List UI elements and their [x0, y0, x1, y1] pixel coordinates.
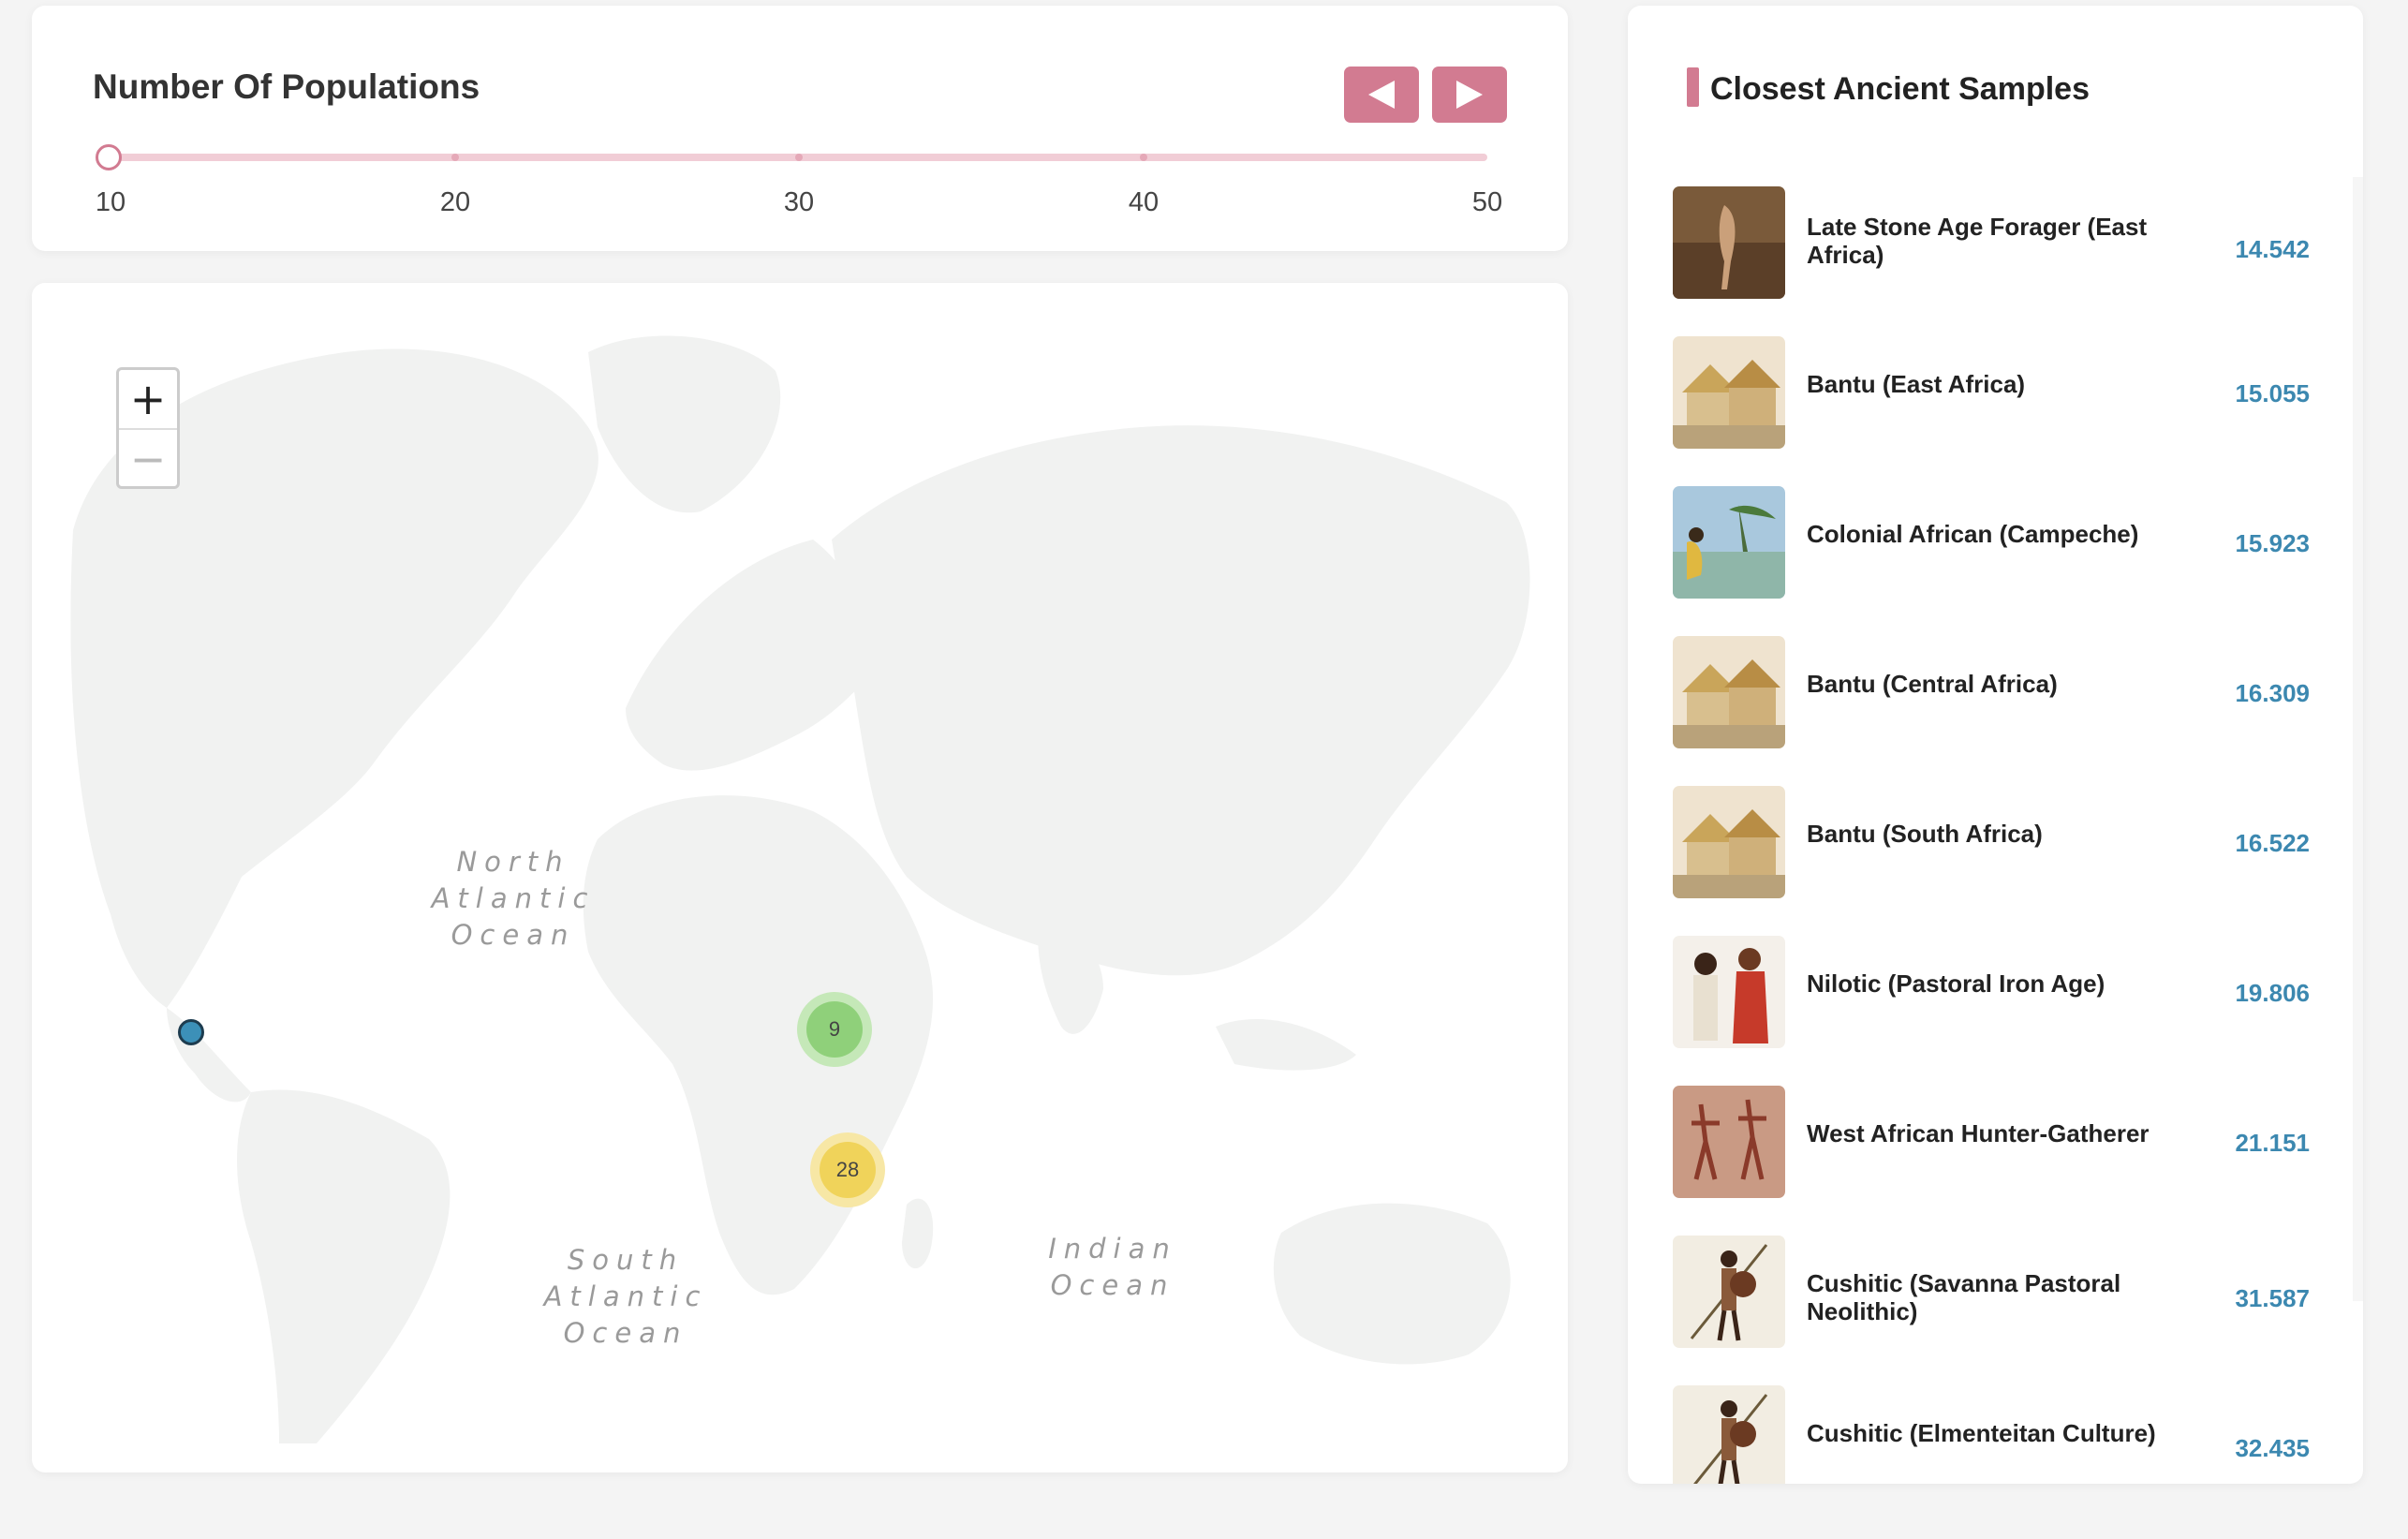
world-map[interactable]: + − North Atlantic Ocean South Atlantic … [64, 315, 1538, 1443]
sample-name: Late Stone Age Forager (East Africa) [1807, 213, 2148, 269]
sample-distance: 21.151 [2235, 1129, 2310, 1157]
sample-distance: 14.542 [2235, 235, 2310, 263]
sample-name: West African Hunter-Gatherer [1807, 1119, 2149, 1147]
samples-title: Closest Ancient Samples [1710, 71, 2090, 107]
sample-distance: 15.923 [2235, 529, 2310, 557]
spearman-thumbnail [1673, 1385, 1785, 1484]
sample-row[interactable]: Bantu (South Africa) 16.522 [1673, 786, 2310, 900]
cluster-count: 9 [806, 1001, 863, 1058]
closest-samples-card: Closest Ancient Samples Late Stone Age F… [1628, 6, 2363, 1484]
warriors-thumbnail [1673, 936, 1785, 1048]
slider-tick-label: 20 [439, 187, 471, 217]
ocean-label-north-atlantic: North Atlantic Ocean [431, 846, 596, 951]
zoom-control: + − [116, 367, 180, 489]
zoom-in-button[interactable]: + [119, 370, 177, 428]
cave-painting-thumbnail [1673, 186, 1785, 299]
sample-name: Bantu (East Africa) [1807, 370, 2026, 398]
prev-button[interactable] [1344, 67, 1419, 123]
sample-row[interactable]: Cushitic (Savanna Pastoral Neolithic) 31… [1673, 1236, 2310, 1350]
sample-name: Cushitic (Elmenteitan Culture) [1807, 1419, 2156, 1447]
sample-name: Bantu (South Africa) [1807, 820, 2043, 848]
ocean-label-indian: Indian Ocean [1048, 1233, 1177, 1301]
populations-slider-card: Number Of Populations 10 20 30 40 50 [32, 6, 1568, 251]
slider-handle[interactable] [96, 144, 122, 170]
coastal-scene-thumbnail [1673, 486, 1785, 599]
sample-row[interactable]: West African Hunter-Gatherer 21.151 [1673, 1086, 2310, 1200]
triangle-left-icon [1368, 81, 1395, 109]
sample-name: Bantu (Central Africa) [1807, 670, 2058, 698]
sample-row[interactable]: Late Stone Age Forager (East Africa) 14.… [1673, 186, 2310, 301]
sample-row[interactable]: Colonial African (Campeche) 15.923 [1673, 486, 2310, 600]
sample-row[interactable]: Cushitic (Elmenteitan Culture) 32.435 [1673, 1385, 2310, 1484]
zoom-out-button[interactable]: − [119, 428, 177, 488]
slider-tick-label: 50 [1471, 187, 1503, 217]
spearman-thumbnail [1673, 1236, 1785, 1348]
sample-name: Cushitic (Savanna Pastoral Neolithic) [1807, 1269, 2121, 1325]
sample-row[interactable]: Bantu (Central Africa) 16.309 [1673, 636, 2310, 750]
sample-name: Colonial African (Campeche) [1807, 520, 2139, 548]
sample-row[interactable]: Nilotic (Pastoral Iron Age) 19.806 [1673, 936, 2310, 1050]
scrollbar[interactable] [2353, 177, 2363, 1301]
slider-tick-label: 30 [783, 187, 815, 217]
triangle-right-icon [1456, 81, 1483, 109]
sample-distance: 19.806 [2235, 979, 2310, 1007]
next-button[interactable] [1432, 67, 1507, 123]
population-marker[interactable] [178, 1019, 204, 1045]
slider-tick-dot [451, 154, 459, 161]
sample-row[interactable]: Bantu (East Africa) 15.055 [1673, 336, 2310, 451]
sample-distance: 16.309 [2235, 679, 2310, 707]
sample-distance: 32.435 [2235, 1434, 2310, 1462]
slider-title: Number Of Populations [93, 67, 480, 106]
cluster-count: 28 [820, 1142, 876, 1198]
cluster-marker[interactable]: 9 [797, 992, 872, 1067]
slider-tick-label: 40 [1128, 187, 1160, 217]
world-map-landmasses [64, 315, 1538, 1443]
slider-tick-dot [1140, 154, 1147, 161]
cluster-marker[interactable]: 28 [810, 1132, 885, 1207]
sample-name: Nilotic (Pastoral Iron Age) [1807, 969, 2105, 998]
title-accent-bar [1687, 67, 1699, 107]
ocean-label-south-atlantic: South Atlantic Ocean [543, 1244, 708, 1349]
map-card: + − North Atlantic Ocean South Atlantic … [32, 283, 1568, 1472]
village-thumbnail [1673, 786, 1785, 898]
sample-distance: 15.055 [2235, 379, 2310, 407]
slider-tick-label: 10 [95, 187, 126, 217]
sample-distance: 31.587 [2235, 1284, 2310, 1312]
village-thumbnail [1673, 336, 1785, 449]
sample-distance: 16.522 [2235, 829, 2310, 857]
slider-tick-dot [795, 154, 803, 161]
village-thumbnail [1673, 636, 1785, 748]
rock-art-thumbnail [1673, 1086, 1785, 1198]
